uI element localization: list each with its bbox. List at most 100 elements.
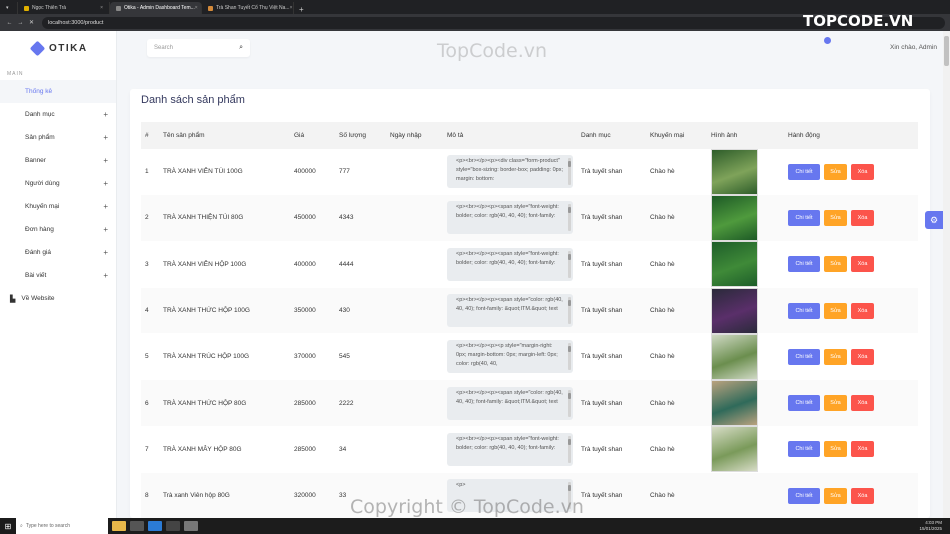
delete-button[interactable]: Xóa (851, 487, 874, 504)
delete-button[interactable]: Xóa (851, 209, 874, 226)
expand-plus-icon[interactable]: + (103, 156, 108, 165)
description-scrollbar[interactable] (568, 389, 571, 417)
tab-list-icon[interactable]: ▾ (6, 5, 9, 11)
description-scrollbar[interactable] (568, 204, 571, 232)
expand-plus-icon[interactable]: + (103, 271, 108, 280)
sidebar-item[interactable]: Thống kê (0, 80, 116, 103)
description-textarea[interactable]: <p><br></p><p><span style="color: rgb(40… (447, 294, 573, 328)
search-input[interactable]: Search ⌕ (147, 39, 250, 57)
product-price: 370000 (294, 353, 316, 361)
tab-close-icon[interactable]: × (195, 5, 198, 11)
edit-button[interactable]: Sửa (824, 348, 847, 365)
detail-button[interactable]: Chi tiết (788, 395, 820, 412)
tab-close-icon[interactable]: × (290, 5, 293, 11)
description-text: <p><br></p><p><span style="color: rgb(40… (456, 389, 563, 405)
description-scrollbar[interactable] (568, 343, 571, 371)
description-textarea[interactable]: <p><br></p><p><span style="color: rgb(40… (447, 386, 573, 420)
notification-badge[interactable] (824, 37, 831, 44)
description-textarea[interactable]: <p><br></p><p><span style="font-weight: … (447, 432, 573, 466)
taskbar-app-icon[interactable] (130, 521, 144, 531)
delete-button[interactable]: Xóa (851, 348, 874, 365)
delete-button[interactable]: Xóa (851, 256, 874, 273)
watermark-center: TopCode.vn (437, 40, 548, 62)
edit-button[interactable]: Sửa (824, 209, 847, 226)
expand-plus-icon[interactable]: + (103, 179, 108, 188)
description-scrollbar[interactable] (568, 435, 571, 463)
back-icon[interactable]: ← (5, 20, 14, 26)
browser-tab[interactable]: ▾ (0, 2, 18, 14)
sidebar-item-label: Banner (25, 157, 46, 164)
description-textarea[interactable]: <p><br></p><p><p style="margin-right: 0p… (447, 340, 573, 374)
image-cell (707, 380, 784, 427)
taskbar-search-input[interactable]: ⌕ Type here to search (16, 518, 108, 534)
product-name: TRÀ XANH THIỆN TÚI 80G (163, 214, 244, 222)
delete-button[interactable]: Xóa (851, 395, 874, 412)
windows-start-icon[interactable]: ⊞ (0, 518, 16, 534)
sidebar-item-website[interactable]: ▙ Về Website (0, 287, 116, 310)
product-promotion: Chào hè (650, 260, 675, 268)
expand-plus-icon[interactable]: + (103, 225, 108, 234)
scrollbar-thumb[interactable] (944, 36, 949, 66)
actions-cell: Chi tiết Sửa Xóa (784, 441, 918, 458)
description-scrollbar[interactable] (568, 158, 571, 186)
edit-button[interactable]: Sửa (824, 441, 847, 458)
detail-button[interactable]: Chi tiết (788, 209, 820, 226)
sidebar-item[interactable]: Danh mục + (0, 103, 116, 126)
sidebar-item[interactable]: Khuyến mại + (0, 195, 116, 218)
delete-button[interactable]: Xóa (851, 302, 874, 319)
description-textarea[interactable]: <p><br></p><p><span style="font-weight: … (447, 201, 573, 235)
description-textarea[interactable]: <p><br></p><p><span style="font-weight: … (447, 247, 573, 281)
description-scrollbar[interactable] (568, 250, 571, 278)
browser-tab[interactable]: Ngọc Thiên Trà × (18, 2, 110, 14)
detail-button[interactable]: Chi tiết (788, 348, 820, 365)
logo[interactable]: OTIKA (0, 31, 116, 66)
detail-button[interactable]: Chi tiết (788, 256, 820, 273)
taskbar-app-file-explorer-icon[interactable] (112, 521, 126, 531)
product-price: 350000 (294, 307, 316, 315)
detail-button[interactable]: Chi tiết (788, 302, 820, 319)
sidebar-item[interactable]: Bài viết + (0, 264, 116, 287)
edit-button[interactable]: Sửa (824, 487, 847, 504)
product-name: TRÀ XANH VIÊN HỘP 100G (163, 260, 247, 268)
taskbar-app-icon[interactable] (166, 521, 180, 531)
column-header: Ngày nhập (390, 132, 422, 139)
new-tab-button[interactable]: + (294, 5, 309, 14)
expand-plus-icon[interactable]: + (103, 202, 108, 211)
edit-button[interactable]: Sửa (824, 163, 847, 180)
delete-button[interactable]: Xóa (851, 163, 874, 180)
page-scrollbar[interactable] (943, 31, 950, 518)
taskbar-app-chrome-icon[interactable] (184, 521, 198, 531)
description-textarea[interactable]: <p><br></p><p><div class="form-product" … (447, 155, 573, 189)
settings-gear-icon[interactable]: ⚙ (925, 211, 943, 229)
delete-button[interactable]: Xóa (851, 441, 874, 458)
sidebar-item-label: Bài viết (25, 272, 47, 279)
expand-plus-icon[interactable]: + (103, 248, 108, 257)
detail-button[interactable]: Chi tiết (788, 441, 820, 458)
taskbar-app-vscode-icon[interactable] (148, 521, 162, 531)
sidebar-item[interactable]: Đánh giá + (0, 241, 116, 264)
detail-button[interactable]: Chi tiết (788, 487, 820, 504)
sidebar-item[interactable]: Đơn hàng + (0, 218, 116, 241)
edit-button[interactable]: Sửa (824, 302, 847, 319)
browser-tab[interactable]: Trà Shan Tuyết Cổ Thụ Việt Na... × (202, 2, 294, 14)
detail-button[interactable]: Chi tiết (788, 163, 820, 180)
browser-tab[interactable]: Otika - Admin Dashboard Tem... × (110, 2, 202, 14)
product-name: TRÀ XANH TRÚC HỘP 100G (163, 353, 250, 361)
search-icon[interactable]: ⌕ (239, 44, 243, 52)
edit-button[interactable]: Sửa (824, 256, 847, 273)
description-scrollbar[interactable] (568, 297, 571, 325)
sidebar-item-label: Đơn hàng (25, 226, 54, 233)
expand-plus-icon[interactable]: + (103, 110, 108, 119)
sidebar-item[interactable]: Banner + (0, 149, 116, 172)
tab-close-icon[interactable]: × (100, 5, 103, 11)
system-clock[interactable]: 4:03 PM 15/01/2025 (919, 520, 950, 532)
forward-icon[interactable]: → (16, 20, 25, 26)
expand-plus-icon[interactable]: + (103, 133, 108, 142)
product-promotion: Chào hè (650, 307, 675, 315)
sidebar-item[interactable]: Sản phẩm + (0, 126, 116, 149)
edit-button[interactable]: Sửa (824, 395, 847, 412)
sidebar-item[interactable]: Người dùng + (0, 172, 116, 195)
user-greeting[interactable]: Xin chào, Admin (890, 44, 937, 51)
table-row: 1 TRÀ XANH VIÊN TÚI 100G 400000 777 <p><… (141, 148, 918, 196)
close-icon[interactable]: ✕ (27, 19, 36, 26)
